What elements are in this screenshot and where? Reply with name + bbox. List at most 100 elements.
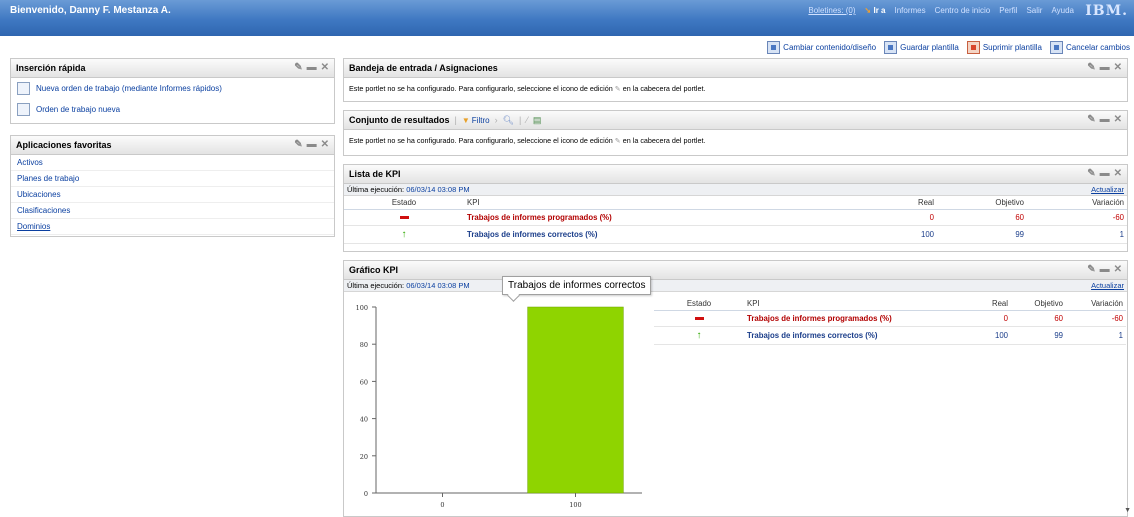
- favorite-app-link[interactable]: Planes de trabajo: [11, 171, 334, 187]
- col-objetivo[interactable]: Objetivo: [1011, 297, 1066, 311]
- minimize-icon[interactable]: ▬: [1100, 62, 1110, 73]
- quick-insert-label: Orden de trabajo nueva: [36, 105, 121, 114]
- change-layout-label: Cambiar contenido/diseño: [783, 43, 877, 52]
- portlet-title: Aplicaciones favoritas: [16, 140, 112, 150]
- kpi-name[interactable]: Trabajos de informes programados (%): [744, 310, 956, 327]
- portlet-header: Conjunto de resultados | ▼ Filtro › 🔍︎ | …: [344, 111, 1127, 130]
- portlet-header: Lista de KPI ✎ ▬ ✕: [344, 165, 1127, 184]
- portlet-insercion: Inserción rápida ✎ ▬ ✕ Nueva orden de trab…: [10, 58, 335, 124]
- quick-insert-item[interactable]: Orden de trabajo nueva: [11, 99, 334, 120]
- status-up-icon: ↑: [696, 330, 702, 341]
- col-variacion[interactable]: Variación: [1027, 196, 1127, 210]
- update-link[interactable]: Actualizar: [1091, 281, 1124, 290]
- edit-icon: ✎: [614, 84, 621, 93]
- ayuda-link[interactable]: Ayuda: [1051, 6, 1074, 15]
- favorite-app-link[interactable]: Ubicaciones: [11, 187, 334, 203]
- table-row[interactable]: Trabajos de informes programados (%) 0 6…: [344, 209, 1127, 226]
- perfil-link[interactable]: Perfil: [999, 6, 1017, 15]
- col-estado[interactable]: Estado: [654, 297, 744, 311]
- kpi-real: 100: [956, 326, 1011, 345]
- favorite-app-link[interactable]: Clasificaciones: [11, 203, 334, 219]
- edit-icon[interactable]: ✎: [1087, 264, 1095, 275]
- col-kpi[interactable]: KPI: [744, 297, 956, 311]
- informes-link[interactable]: Informes: [894, 6, 925, 15]
- edit-icon[interactable]: ✎: [294, 62, 302, 73]
- close-icon[interactable]: ✕: [1114, 264, 1122, 275]
- table-row[interactable]: ↑ Trabajos de informes correctos (%) 100…: [344, 225, 1127, 244]
- goto-menu[interactable]: ➘ Ir a: [865, 6, 886, 15]
- kpi-name[interactable]: Trabajos de informes correctos (%): [464, 225, 877, 244]
- delete-icon: [966, 41, 980, 54]
- portlet-title: Gráfico KPI: [349, 265, 399, 275]
- table-row[interactable]: Trabajos de informes programados (%) 0 6…: [654, 310, 1126, 327]
- portlet-title: Bandeja de entrada / Asignaciones: [349, 63, 498, 73]
- col-objetivo[interactable]: Objetivo: [937, 196, 1027, 210]
- table-row[interactable]: ↑ Trabajos de informes correctos (%) 100…: [654, 326, 1126, 345]
- quick-insert-item[interactable]: Nueva orden de trabajo (mediante Informe…: [11, 78, 334, 99]
- kpi-objetivo: 99: [937, 225, 1027, 244]
- edit-icon[interactable]: ✎: [1087, 62, 1095, 73]
- centro-inicio-link[interactable]: Centro de inicio: [935, 6, 991, 15]
- chart-bar: [527, 306, 624, 494]
- change-layout-button[interactable]: Cambiar contenido/diseño: [767, 41, 876, 54]
- favorite-app-link[interactable]: Activos: [11, 155, 334, 171]
- minimize-icon[interactable]: ▬: [1100, 114, 1110, 125]
- close-icon[interactable]: ✕: [1114, 114, 1122, 125]
- search-icon[interactable]: 🔍︎: [503, 115, 514, 126]
- filter-icon: ▼: [461, 115, 470, 125]
- minimize-icon[interactable]: ▬: [1100, 264, 1110, 275]
- chart-tooltip: Trabajos de informes correctos: [502, 276, 652, 295]
- col-kpi[interactable]: KPI: [464, 196, 877, 210]
- welcome-text: Bienvenido, Danny F. Mestanza A.: [10, 5, 171, 16]
- update-link[interactable]: Actualizar: [1091, 185, 1124, 194]
- minimize-icon[interactable]: ▬: [307, 62, 317, 73]
- kpi-name[interactable]: Trabajos de informes correctos (%): [744, 326, 956, 345]
- save-icon: [884, 41, 898, 54]
- boletines-link[interactable]: Boletines: (0): [808, 6, 855, 15]
- close-icon[interactable]: ✕: [1114, 62, 1122, 73]
- edit-icon[interactable]: ✎: [1087, 114, 1095, 125]
- y-tick-label: 100: [356, 304, 368, 312]
- edit-icon[interactable]: ✎: [1087, 168, 1095, 179]
- cancel-changes-label: Cancelar cambios: [1065, 43, 1130, 52]
- portlet-kpi-list: Lista de KPI ✎ ▬ ✕ Última ejecución: 06/03…: [343, 164, 1128, 252]
- col-variacion[interactable]: Variación: [1066, 297, 1126, 311]
- kpi-table: Estado KPI Real Objetivo Variación Traba…: [344, 196, 1127, 244]
- col-estado[interactable]: Estado: [344, 196, 464, 210]
- last-run-bar: Última ejecución: 06/03/14 03:08 PM Actu…: [344, 184, 1127, 196]
- scroll-down-icon[interactable]: ▼: [1124, 507, 1131, 514]
- status-down-icon: [694, 317, 704, 321]
- portlet-favoritas: Aplicaciones favoritas ✎ ▬ ✕ Activos Plane…: [10, 135, 335, 237]
- work-order-icon: [17, 103, 30, 116]
- status-down-icon: [399, 216, 409, 220]
- portlet-title: Conjunto de resultados: [349, 115, 450, 125]
- col-real[interactable]: Real: [956, 297, 1011, 311]
- cancel-changes-button[interactable]: Cancelar cambios: [1049, 41, 1130, 54]
- minimize-icon[interactable]: ▬: [307, 139, 317, 150]
- close-icon[interactable]: ✕: [321, 139, 329, 150]
- minimize-icon[interactable]: ▬: [1100, 168, 1110, 179]
- kpi-objetivo: 60: [937, 209, 1027, 226]
- kpi-real: 0: [956, 310, 1011, 327]
- delete-template-button[interactable]: Suprimir plantilla: [966, 41, 1042, 54]
- y-tick-label: 20: [360, 453, 368, 461]
- collapse-icon[interactable]: ›: [495, 115, 498, 125]
- salir-link[interactable]: Salir: [1026, 6, 1042, 15]
- kpi-name[interactable]: Trabajos de informes programados (%): [464, 209, 877, 226]
- kpi-variacion: 1: [1066, 326, 1126, 345]
- close-icon[interactable]: ✕: [1114, 168, 1122, 179]
- download-icon[interactable]: ▤: [533, 115, 542, 126]
- layout-icon: [767, 41, 781, 54]
- kpi-objetivo: 99: [1011, 326, 1066, 345]
- filter-button[interactable]: ▼ Filtro: [462, 116, 490, 125]
- edit-icon[interactable]: ✎: [294, 139, 302, 150]
- last-run-label: Última ejecución:: [347, 281, 405, 290]
- clear-icon[interactable]: ⁄: [526, 115, 528, 125]
- kpi-variacion: -60: [1066, 310, 1126, 327]
- goto-label: Ir a: [873, 6, 886, 15]
- close-icon[interactable]: ✕: [321, 62, 329, 73]
- col-real[interactable]: Real: [877, 196, 937, 210]
- kpi-bar-chart: 0 20 40 60 80 100 0 100: [356, 304, 642, 509]
- save-template-button[interactable]: Guardar plantilla: [884, 41, 959, 54]
- favorite-app-link[interactable]: Dominios: [11, 219, 334, 235]
